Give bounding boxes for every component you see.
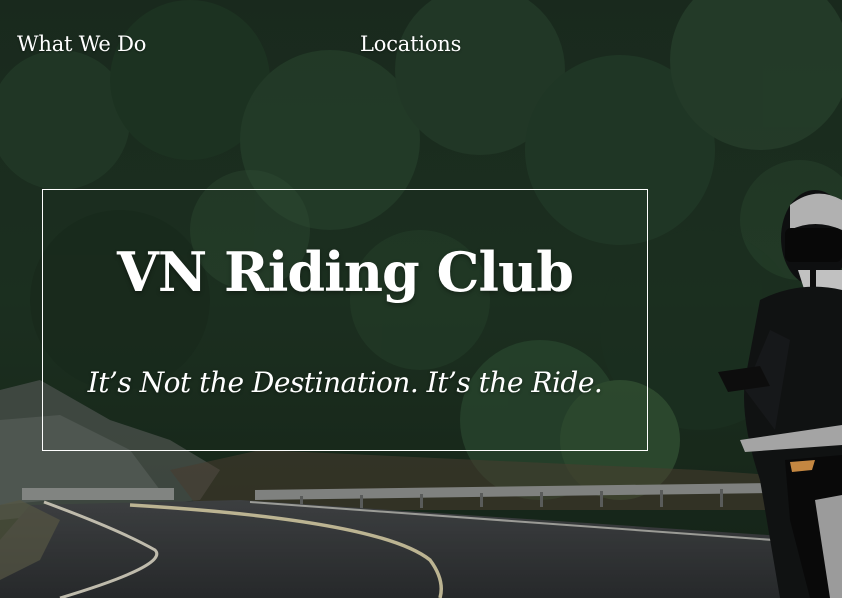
hero-section: What We Do Locations VN Riding Club It’s… (0, 0, 842, 598)
nav-link-what-we-do[interactable]: What We Do (17, 32, 146, 56)
nav-link-locations[interactable]: Locations (360, 32, 461, 56)
page-title: VN Riding Club (116, 240, 574, 304)
hero-tagline: It’s Not the Destination. It’s the Ride. (87, 366, 603, 399)
hero-title-box: VN Riding Club It’s Not the Destination.… (42, 189, 648, 451)
